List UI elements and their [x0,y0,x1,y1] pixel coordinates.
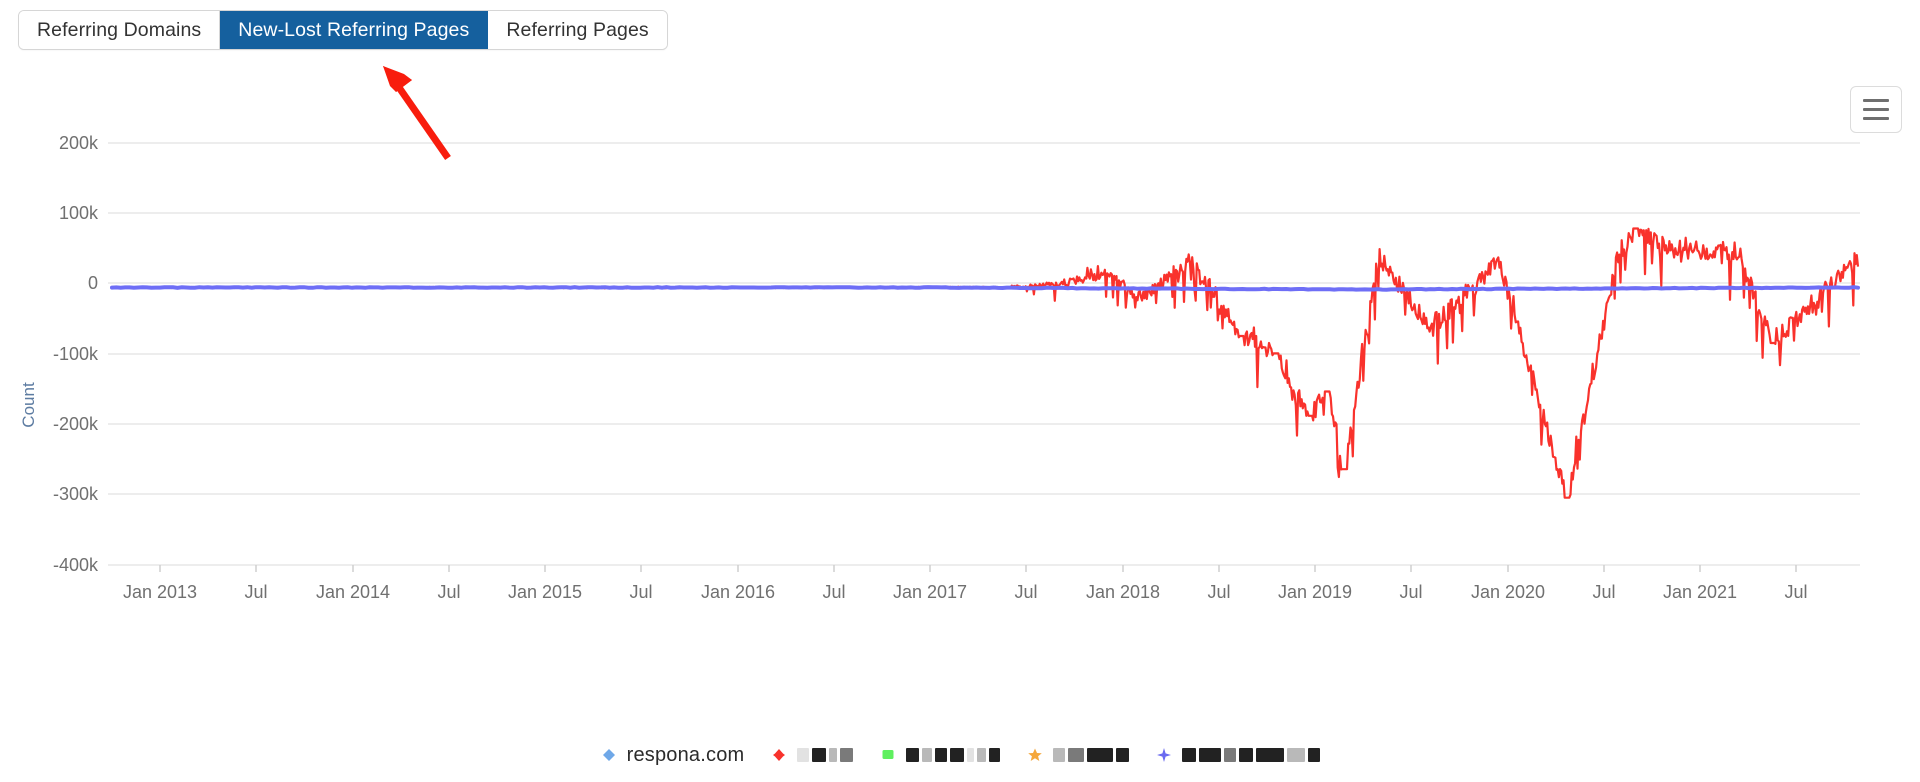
x-tick-label: Jan 2014 [316,582,390,602]
x-tick-label: Jan 2019 [1278,582,1352,602]
y-axis-title: Count [19,382,38,428]
new-lost-referring-pages-chart[interactable]: 200k 100k 0 -100k -200k -300k -400k Coun… [0,60,1920,620]
y-axis-ticks: 200k 100k 0 -100k -200k -300k -400k [53,133,99,575]
diamond-marker-icon [773,749,786,761]
x-tick-label: Jan 2017 [893,582,967,602]
four-point-star-marker-icon [1157,748,1172,762]
x-tick-label: Jul [1014,582,1037,602]
series-new-lost-referring-pages[interactable] [111,227,1860,499]
x-tick-label: Jul [1399,582,1422,602]
y-tick-label: -200k [53,414,99,434]
legend-label-redacted [1182,748,1321,762]
x-tick-label: Jul [437,582,460,602]
chart-type-tabbar: Referring Domains New-Lost Referring Pag… [18,10,668,50]
square-marker-icon [882,750,894,759]
x-tick-label: Jan 2021 [1663,582,1737,602]
tab-referring-pages[interactable]: Referring Pages [488,11,667,49]
y-tick-label: -400k [53,555,99,575]
y-tick-label: -300k [53,484,99,504]
y-tick-label: 0 [88,273,98,293]
legend-label-redacted [906,748,1001,762]
x-tick-label: Jan 2016 [701,582,775,602]
diamond-marker-icon [602,749,615,761]
x-tick-label: Jul [822,582,845,602]
legend-item-4[interactable] [1013,738,1142,772]
y-tick-label: 200k [59,133,99,153]
legend-item-2[interactable] [757,738,866,772]
x-tick-label: Jan 2013 [123,582,197,602]
x-tick-label: Jul [1592,582,1615,602]
x-tick-label: Jul [244,582,267,602]
tab-label: Referring Domains [37,18,202,41]
chart-plot-area[interactable]: 200k 100k 0 -100k -200k -300k -400k Coun… [0,60,1920,620]
x-axis-ticks: Jan 2013 Jul Jan 2014 Jul Jan 2015 Jul J… [123,582,1808,602]
legend-label-redacted [1053,748,1130,762]
legend-item-3[interactable] [866,738,1013,772]
x-axis-tickmarks [159,565,1797,572]
star-marker-icon [1028,748,1043,761]
legend-item-5[interactable] [1142,738,1333,772]
chart-legend: respona.com [0,734,1920,776]
x-tick-label: Jan 2018 [1086,582,1160,602]
tab-label: New-Lost Referring Pages [238,18,470,41]
x-tick-label: Jul [1784,582,1807,602]
tab-referring-domains[interactable]: Referring Domains [19,11,221,49]
legend-label: respona.com [626,743,745,766]
x-tick-label: Jan 2015 [508,582,582,602]
y-tick-label: 100k [59,203,99,223]
tab-new-lost-referring-pages[interactable]: New-Lost Referring Pages [220,11,489,49]
y-tick-label: -100k [53,344,99,364]
series-referring-pages-baseline[interactable] [110,285,1860,292]
backlink-chart-page: Referring Domains New-Lost Referring Pag… [0,0,1920,782]
x-tick-label: Jan 2020 [1471,582,1545,602]
tab-label: Referring Pages [506,18,649,41]
legend-label-redacted [797,748,854,762]
legend-item-respona[interactable]: respona.com [587,738,758,772]
x-tick-label: Jul [629,582,652,602]
x-tick-label: Jul [1207,582,1230,602]
